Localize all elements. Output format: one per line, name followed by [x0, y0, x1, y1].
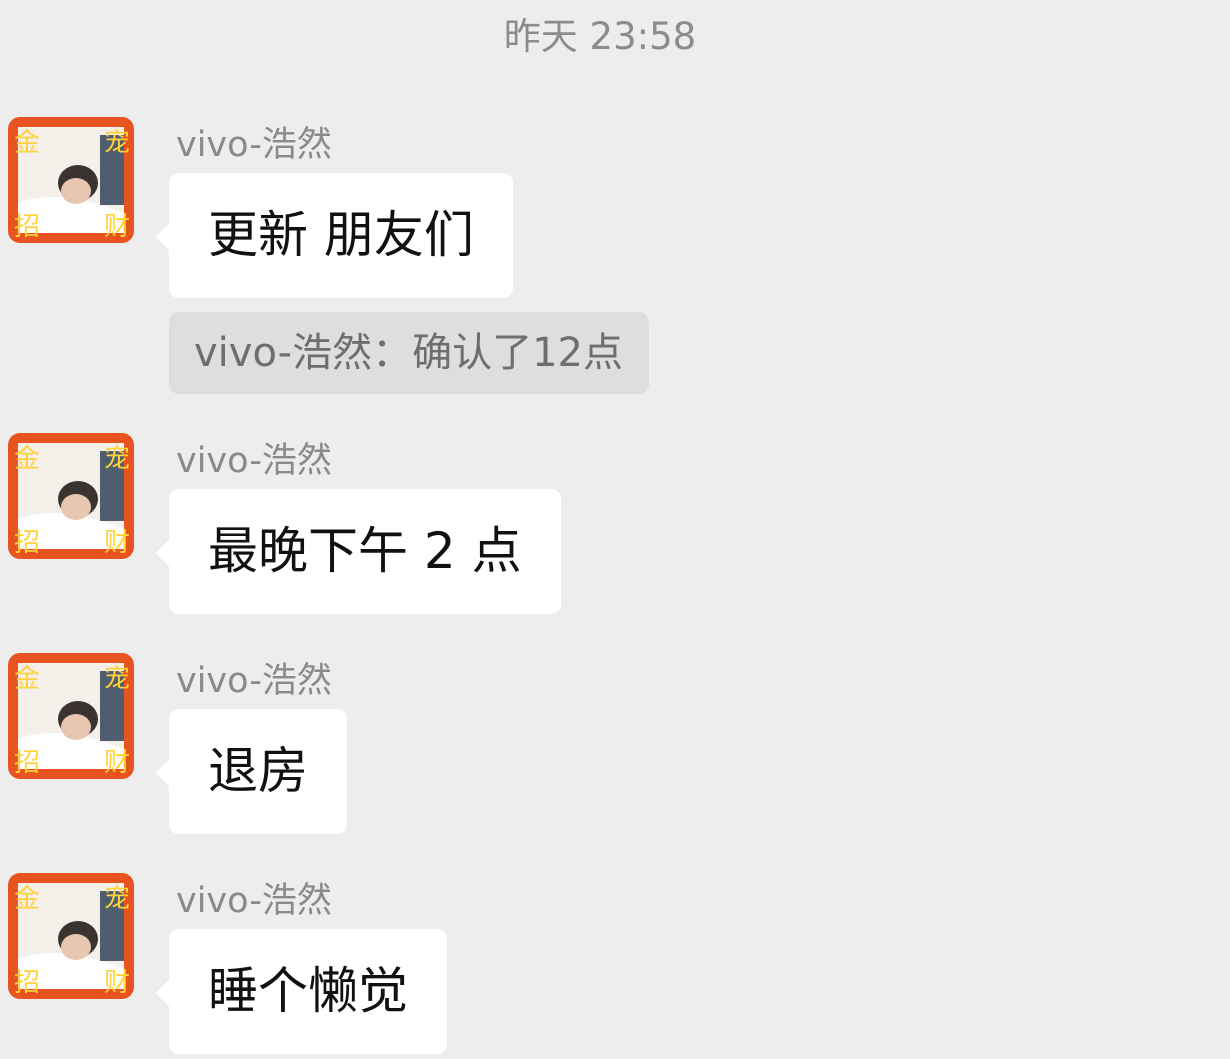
- quoted-message[interactable]: vivo-浩然：确认了12点: [169, 312, 650, 394]
- sender-avatar[interactable]: 金 宠 招 财: [8, 117, 134, 243]
- message-bubble[interactable]: 最晚下午 2 点: [155, 489, 561, 614]
- svg-text:财: 财: [104, 528, 130, 558]
- message-bubble[interactable]: 更新 朋友们: [155, 173, 513, 298]
- chat-timestamp: 昨天 23:58: [503, 15, 697, 58]
- svg-text:金: 金: [14, 128, 40, 158]
- svg-text:财: 财: [104, 212, 130, 242]
- svg-text:宠: 宠: [104, 884, 130, 914]
- svg-text:招: 招: [14, 968, 40, 998]
- sender-avatar[interactable]: 金 宠 招 财: [8, 653, 134, 779]
- sender-name: vivo-浩然: [176, 441, 332, 481]
- svg-text:招: 招: [14, 748, 40, 778]
- sender-name: vivo-浩然: [176, 125, 332, 165]
- svg-text:金: 金: [14, 444, 40, 474]
- sender-avatar[interactable]: 金 宠 招 财: [8, 873, 134, 999]
- svg-text:财: 财: [104, 748, 130, 778]
- message-bubble[interactable]: 睡个懒觉: [155, 929, 447, 1054]
- message-bubble[interactable]: 退房: [155, 709, 347, 834]
- svg-text:宠: 宠: [104, 664, 130, 694]
- svg-text:金: 金: [14, 884, 40, 914]
- svg-text:宠: 宠: [104, 128, 130, 158]
- svg-text:招: 招: [14, 212, 40, 242]
- sender-name: vivo-浩然: [176, 661, 332, 701]
- sender-avatar[interactable]: 金 宠 招 财: [8, 433, 134, 559]
- svg-text:招: 招: [14, 528, 40, 558]
- svg-text:财: 财: [104, 968, 130, 998]
- svg-text:金: 金: [14, 664, 40, 694]
- svg-text:宠: 宠: [104, 444, 130, 474]
- sender-name: vivo-浩然: [176, 881, 332, 921]
